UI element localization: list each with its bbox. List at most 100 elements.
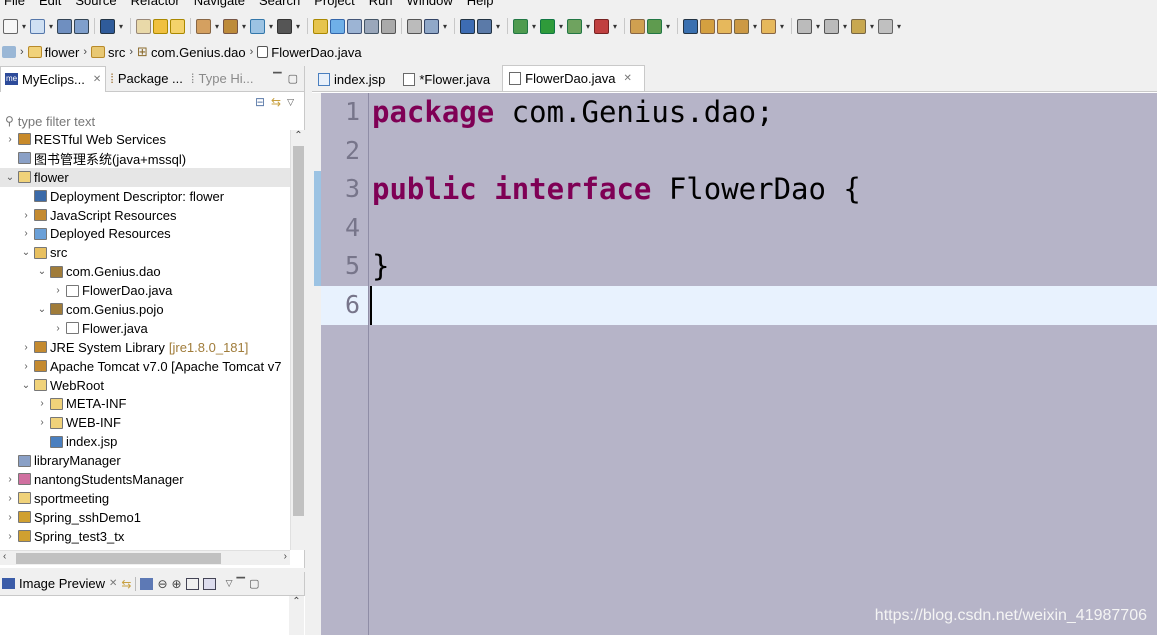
code-line-3[interactable]: public interface FlowerDao { (370, 170, 1157, 209)
scrollbar-thumb[interactable] (16, 553, 221, 564)
tree-item[interactable]: 图书管理系统(java+mssql) (0, 149, 290, 168)
chevron-down-icon[interactable]: ▾ (868, 22, 876, 31)
highlight-icon[interactable] (330, 18, 345, 34)
fit-icon[interactable] (185, 577, 199, 590)
tree-item[interactable]: › nantongStudentsManager (0, 470, 290, 489)
link-icon[interactable]: ⇆ (121, 577, 131, 591)
forward-icon[interactable] (878, 18, 893, 34)
menu-search[interactable]: Search (259, 0, 300, 8)
new-server-icon[interactable] (30, 18, 45, 34)
breadcrumb-item-src[interactable]: src (108, 45, 125, 60)
run-config-icon[interactable] (567, 18, 582, 34)
maximize-icon[interactable]: ▢ (288, 72, 298, 85)
toggle-comment-icon[interactable] (136, 18, 151, 34)
open-folder-icon[interactable] (761, 18, 776, 34)
chevron-down-icon[interactable]: ▾ (267, 22, 275, 31)
tree-item[interactable]: ⌄ com.Genius.pojo (0, 300, 290, 319)
open-icon[interactable] (717, 18, 732, 34)
chevron-down-icon[interactable]: ▾ (530, 22, 538, 31)
tree-item[interactable]: › Spring_sshDemo1 (0, 508, 290, 527)
package-icon[interactable] (630, 18, 645, 34)
tree-item[interactable]: › Spring_test3_tx (0, 527, 290, 546)
menu-window[interactable]: Window (407, 0, 453, 8)
chevron-down-icon[interactable]: ▾ (20, 22, 28, 31)
chevron-right-icon[interactable]: › (20, 361, 32, 372)
menu-file[interactable]: File (4, 0, 25, 8)
chevron-down-icon[interactable]: ⌄ (20, 247, 32, 258)
back-icon[interactable] (851, 18, 866, 34)
show-whitespace-icon[interactable] (381, 18, 396, 34)
coverage-icon[interactable] (594, 18, 609, 34)
breadcrumb-item-package[interactable]: com.Genius.dao (151, 45, 246, 60)
tab-index-jsp[interactable]: index.jsp (312, 67, 397, 91)
chevron-down-icon[interactable]: ▾ (664, 22, 672, 31)
chevron-right-icon[interactable]: › (20, 210, 32, 221)
chevron-right-icon[interactable]: › (52, 285, 64, 296)
chevron-right-icon[interactable]: › (4, 531, 16, 542)
nav-history-icon[interactable] (2, 46, 16, 58)
tab-type-hierarchy[interactable]: ⁞ Type Hi... (187, 66, 258, 92)
deploy-icon[interactable] (647, 18, 662, 34)
tab-flowerdao-java[interactable]: FlowerDao.java ✕ (502, 65, 645, 91)
chevron-down-icon[interactable]: ▾ (47, 22, 55, 31)
tree-item[interactable]: › Flower.java (0, 319, 290, 338)
code-editor[interactable]: 1 2 3 4 5 6 package com.Genius.dao; publ… (312, 93, 1157, 635)
chevron-up-icon[interactable]: ⌃ (289, 596, 304, 635)
outline-icon[interactable] (364, 18, 379, 34)
chevron-down-icon[interactable]: ▾ (584, 22, 592, 31)
chevron-right-icon[interactable]: › (52, 323, 64, 334)
chevron-down-icon[interactable]: ⌄ (36, 266, 48, 277)
tree-item[interactable]: ⌄ WebRoot (0, 376, 290, 395)
minimize-icon[interactable]: ▔ (236, 577, 244, 590)
tree-item[interactable]: Deployment Descriptor: flower (0, 187, 290, 206)
code-line-2[interactable] (370, 132, 1157, 171)
chevron-down-icon[interactable]: ▾ (778, 22, 786, 31)
overview-ruler[interactable] (312, 93, 321, 635)
tree-item[interactable]: › JavaScript Resources (0, 206, 290, 225)
next-annotation-icon[interactable] (797, 18, 812, 34)
block-select-icon[interactable] (407, 18, 422, 34)
chevron-down-icon[interactable]: ▾ (841, 22, 849, 31)
new-icon[interactable] (3, 18, 18, 34)
chevron-down-icon[interactable]: ▾ (294, 22, 302, 31)
chevron-down-icon[interactable]: ⌄ (4, 172, 16, 183)
chevron-down-icon[interactable]: ▾ (557, 22, 565, 31)
close-icon[interactable]: ✕ (623, 73, 631, 84)
tree-item[interactable]: index.jsp (0, 432, 290, 451)
browser-icon[interactable] (477, 18, 492, 34)
chevron-down-icon[interactable]: ▾ (611, 22, 619, 31)
chevron-down-icon[interactable]: ▾ (895, 22, 903, 31)
tree-vertical-scrollbar[interactable]: ⌃ (290, 130, 305, 550)
tree-item[interactable]: › FlowerDao.java (0, 281, 290, 300)
save-icon[interactable] (57, 18, 72, 34)
breadcrumb-item-file[interactable]: FlowerDao.java (271, 45, 361, 60)
tree-item[interactable]: › Apache Tomcat v7.0 [Apache Tomcat v7 (0, 357, 290, 376)
chevron-right-icon[interactable]: › (4, 134, 16, 145)
tree-item[interactable]: › JRE System Library [jre1.8.0_181] (0, 338, 290, 357)
maximize-icon[interactable]: ▢ (249, 577, 259, 590)
database-icon[interactable] (700, 18, 715, 34)
tree-item[interactable]: › RESTful Web Services (0, 130, 290, 149)
zoom-in-icon[interactable]: ⊕ (172, 577, 182, 591)
close-icon[interactable]: ✕ (109, 578, 117, 589)
tree-item[interactable]: › META-INF (0, 394, 290, 413)
code-line-5[interactable]: } (370, 247, 1157, 286)
menu-project[interactable]: Project (314, 0, 354, 8)
menu-navigate[interactable]: Navigate (194, 0, 245, 8)
pin-icon[interactable] (313, 18, 328, 34)
image-icon[interactable] (140, 577, 154, 590)
tree-item[interactable]: › sportmeeting (0, 489, 290, 508)
tree-item[interactable]: › WEB-INF (0, 413, 290, 432)
minimize-icon[interactable]: ▔ (273, 72, 281, 85)
chevron-down-icon[interactable]: ▾ (814, 22, 822, 31)
new-project-icon[interactable] (196, 18, 211, 34)
console-icon[interactable] (100, 18, 115, 34)
tree-item[interactable]: ⌄ flower (0, 167, 290, 187)
code-text[interactable]: package com.Genius.dao; public interface… (370, 93, 1157, 325)
tree-horizontal-scrollbar[interactable]: ‹ › (0, 550, 290, 565)
tab-myeclipse-explorer[interactable]: me MyEclips... ✕ (0, 65, 107, 92)
menu-refactor[interactable]: Refactor (131, 0, 180, 8)
code-line-1[interactable]: package com.Genius.dao; (370, 93, 1157, 132)
tree-item[interactable]: ⌄ src (0, 243, 290, 262)
filter-field[interactable]: ⚲ type filter text (0, 112, 304, 130)
